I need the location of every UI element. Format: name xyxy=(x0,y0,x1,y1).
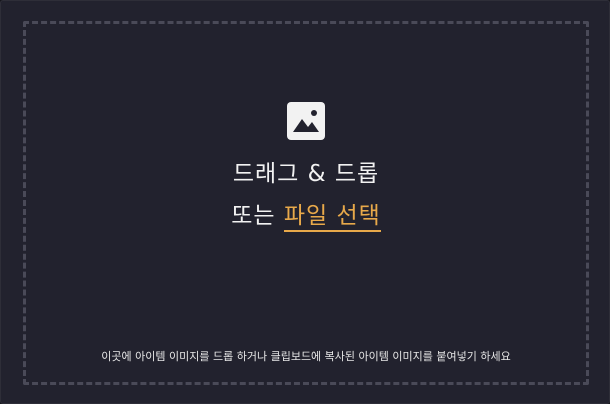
dropzone-hint: 이곳에 아이템 이미지를 드롭 하거나 클립보드에 복사된 아이템 이미지를 붙… xyxy=(101,350,511,363)
upload-panel: 드래그 & 드롭 또는 파일 선택 이곳에 아이템 이미지를 드롭 하거나 클립… xyxy=(0,0,610,404)
image-dropzone[interactable]: 드래그 & 드롭 또는 파일 선택 이곳에 아이템 이미지를 드롭 하거나 클립… xyxy=(23,21,589,385)
image-icon xyxy=(287,102,325,140)
or-label: 또는 xyxy=(231,203,276,229)
select-file-link[interactable]: 파일 선택 xyxy=(283,203,381,232)
drag-drop-title: 드래그 & 드롭 xyxy=(232,161,380,187)
select-file-line: 또는 파일 선택 xyxy=(26,196,586,232)
